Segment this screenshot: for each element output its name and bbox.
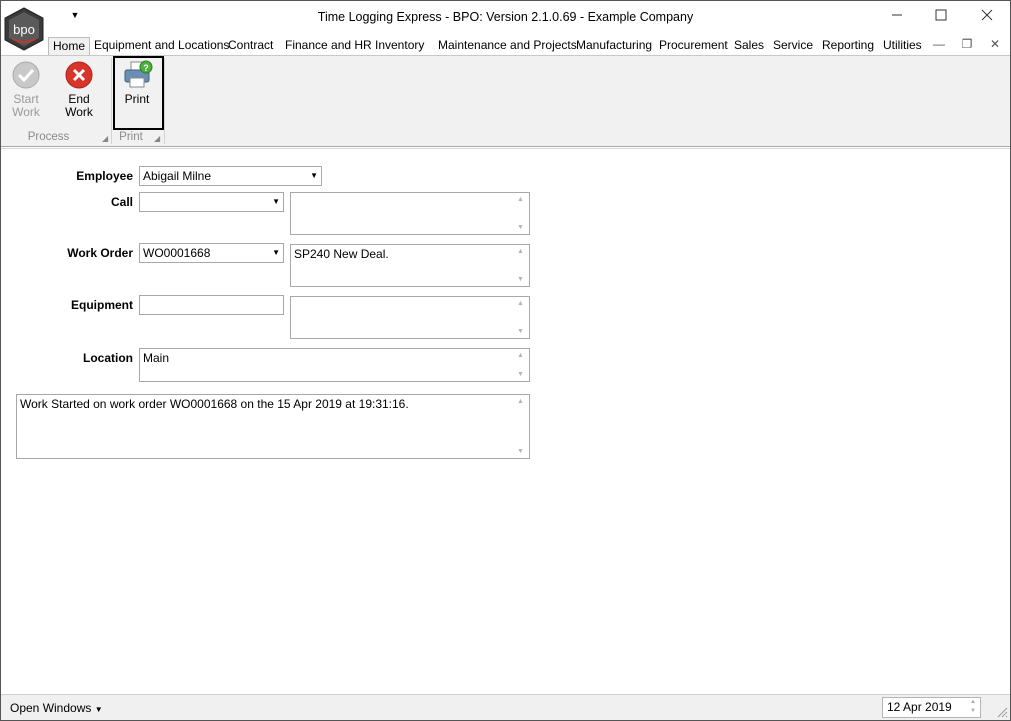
open-windows-menu[interactable]: Open Windows ▼	[10, 701, 103, 715]
scrollbar[interactable]: ▲ ▼	[512, 193, 529, 234]
ribbon-tab-bar: Home Equipment and Locations Contract Fi…	[1, 34, 1010, 56]
employee-label: Employee	[76, 169, 133, 183]
spin-buttons[interactable]: ▲ ▼	[968, 698, 978, 716]
tab-inventory[interactable]: Inventory	[373, 37, 426, 56]
scroll-up-icon[interactable]: ▲	[512, 248, 529, 255]
scroll-up-icon[interactable]: ▲	[512, 300, 529, 307]
work-order-combo[interactable]: WO0001668 ▼	[139, 243, 284, 263]
scroll-down-icon[interactable]: ▼	[512, 276, 529, 283]
bpo-logo[interactable]: bpo	[3, 7, 45, 51]
location-label: Location	[83, 351, 133, 365]
tab-reporting[interactable]: Reporting	[820, 37, 876, 56]
end-work-label: End Work	[65, 92, 93, 119]
date-spinner[interactable]: 12 Apr 2019 ▲ ▼	[882, 697, 981, 718]
location-memo[interactable]: Main ▲ ▼	[139, 348, 530, 382]
window-title: Time Logging Express - BPO: Version 2.1.…	[317, 10, 694, 24]
tab-home[interactable]: Home	[48, 37, 91, 56]
group-separator	[164, 58, 165, 144]
employee-combo[interactable]: Abigail Milne ▼	[139, 166, 322, 186]
scroll-down-icon[interactable]: ▼	[512, 328, 529, 335]
tab-utilities[interactable]: Utilities	[881, 37, 924, 56]
scroll-up-icon[interactable]: ▲	[512, 196, 529, 203]
close-icon	[981, 9, 993, 21]
equipment-description-memo[interactable]: ▲ ▼	[290, 296, 530, 339]
app-window: ▼ Time Logging Express - BPO: Version 2.…	[0, 0, 1011, 721]
mdi-restore-icon[interactable]: ❐	[959, 37, 975, 51]
scroll-down-icon[interactable]: ▼	[512, 224, 529, 231]
location-value: Main	[143, 351, 170, 365]
open-windows-label: Open Windows	[10, 701, 92, 715]
work-order-description-memo[interactable]: SP240 New Deal. ▲ ▼	[290, 244, 530, 287]
tab-service[interactable]: Service	[771, 37, 815, 56]
work-log-memo[interactable]: Work Started on work order WO0001668 on …	[16, 394, 530, 459]
spin-up-icon[interactable]: ▲	[968, 698, 978, 707]
group-label-process: Process	[27, 131, 70, 143]
tab-maintenance-and-projects[interactable]: Maintenance and Projects	[436, 37, 579, 56]
start-work-button[interactable]: Start Work	[9, 60, 43, 119]
chevron-down-icon: ▼	[272, 197, 280, 206]
spin-down-icon[interactable]: ▼	[968, 707, 978, 716]
scroll-up-icon[interactable]: ▲	[512, 398, 529, 405]
scrollbar[interactable]: ▲ ▼	[512, 349, 529, 381]
close-button[interactable]	[967, 5, 1007, 29]
group-separator	[111, 58, 112, 144]
checkmark-icon	[12, 61, 40, 89]
tab-contract[interactable]: Contract	[226, 37, 275, 56]
mdi-minimize-icon[interactable]: —	[931, 37, 947, 51]
call-label: Call	[110, 195, 133, 209]
call-description-memo[interactable]: ▲ ▼	[290, 192, 530, 235]
print-group-launcher-icon[interactable]: ◢	[154, 134, 160, 143]
scroll-down-icon[interactable]: ▼	[512, 448, 529, 455]
process-group-launcher-icon[interactable]: ◢	[102, 134, 108, 143]
title-bar: ▼ Time Logging Express - BPO: Version 2.…	[1, 1, 1010, 33]
scrollbar[interactable]: ▲ ▼	[512, 395, 529, 458]
equipment-label: Equipment	[71, 298, 133, 312]
work-order-description: SP240 New Deal.	[294, 247, 389, 261]
call-combo[interactable]: ▼	[139, 192, 284, 212]
print-button-focus-frame	[113, 56, 164, 130]
chevron-down-icon: ▼	[94, 705, 103, 714]
date-value: 12 Apr 2019	[887, 700, 952, 714]
start-work-label-line2: Work	[12, 105, 40, 119]
work-order-label: Work Order	[67, 246, 133, 260]
tab-manufacturing[interactable]: Manufacturing	[574, 37, 654, 56]
chevron-down-icon: ▼	[272, 248, 280, 257]
employee-value: Abigail Milne	[143, 169, 212, 183]
mdi-close-icon[interactable]: ✕	[987, 37, 1003, 51]
tab-procurement[interactable]: Procurement	[657, 37, 730, 56]
maximize-button[interactable]	[921, 5, 961, 29]
maximize-icon	[935, 9, 947, 21]
tab-finance-and-hr[interactable]: Finance and HR	[283, 37, 374, 56]
chevron-down-icon: ▼	[310, 171, 318, 180]
scroll-up-icon[interactable]: ▲	[512, 352, 529, 359]
scrollbar[interactable]: ▲ ▼	[512, 245, 529, 286]
ribbon-panel: Start Work End Work ? Print Process ◢ Pr…	[1, 55, 1010, 147]
group-label-print: Print	[119, 131, 143, 143]
tab-equipment-and-locations[interactable]: Equipment and Locations	[92, 37, 231, 56]
work-log-message: Work Started on work order WO0001668 on …	[20, 397, 409, 411]
status-bar: Open Windows ▼ 12 Apr 2019 ▲ ▼	[1, 694, 1010, 720]
stop-x-icon	[65, 61, 93, 89]
end-work-button[interactable]: End Work	[53, 60, 105, 119]
logo-text: bpo	[13, 22, 35, 37]
scroll-down-icon[interactable]: ▼	[512, 371, 529, 378]
time-logging-form: Employee Abigail Milne ▼ Call ▼ ▲ ▼ Work …	[1, 148, 1010, 694]
minimize-button[interactable]	[877, 5, 917, 29]
scrollbar[interactable]: ▲ ▼	[512, 297, 529, 338]
tab-sales[interactable]: Sales	[732, 37, 766, 56]
equipment-input[interactable]	[139, 295, 284, 315]
minimize-icon	[892, 14, 902, 16]
work-order-value: WO0001668	[143, 246, 211, 260]
resize-grip-icon[interactable]	[996, 706, 1008, 718]
